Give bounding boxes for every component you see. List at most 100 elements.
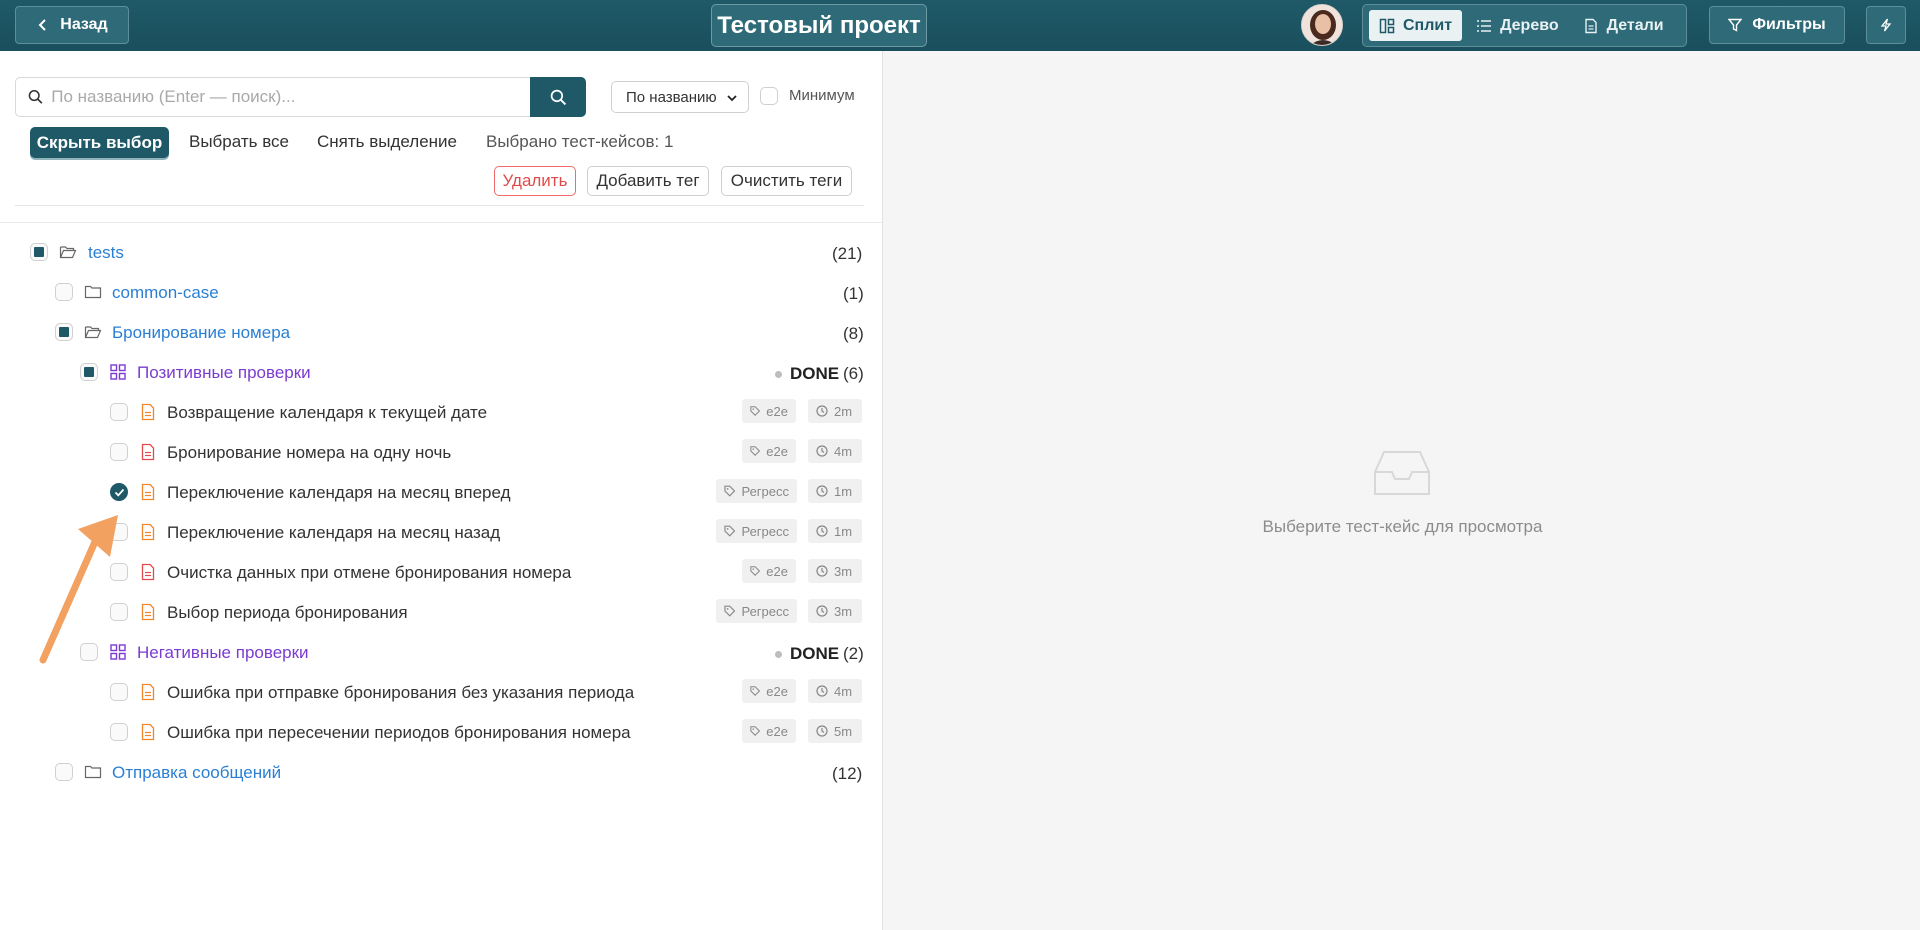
- folder-icon: [84, 765, 102, 779]
- clock-icon: [816, 725, 828, 737]
- node-checkbox[interactable]: [80, 363, 98, 381]
- node-count: (8): [843, 324, 864, 343]
- tag-badge: e2e: [742, 559, 796, 583]
- case-checkbox[interactable]: [110, 403, 128, 421]
- node-label[interactable]: Отправка сообщений: [112, 763, 281, 783]
- top-header: Назад Тестовый проект Сплит Дерево Детал…: [0, 0, 1920, 51]
- case-checkbox[interactable]: [110, 683, 128, 701]
- tag-icon: [724, 485, 736, 497]
- filters-button[interactable]: Фильтры: [1709, 6, 1845, 44]
- node-label[interactable]: common-case: [112, 283, 219, 303]
- tag-label: Регресс: [741, 483, 789, 499]
- view-mode-switcher: Сплит Дерево Детали: [1362, 4, 1687, 47]
- quick-actions-button[interactable]: [1866, 6, 1906, 44]
- minimum-checkbox[interactable]: [760, 87, 778, 105]
- grid-icon: [110, 364, 126, 380]
- clear-tags-button[interactable]: Очистить теги: [721, 166, 852, 196]
- split-icon: [1379, 18, 1395, 33]
- duration-label: 4m: [834, 443, 853, 459]
- avatar[interactable]: [1301, 4, 1343, 46]
- file-orange-icon: [141, 483, 155, 501]
- suite-status: DONE: [775, 364, 839, 384]
- duration-badge: 5m: [808, 719, 862, 743]
- tag-icon: [724, 605, 736, 617]
- test-tree-panel: По названию Минимум Скрыть выбор Выбрать…: [0, 51, 882, 930]
- selected-count: Выбрано тест-кейсов: 1: [486, 132, 674, 151]
- file-orange-icon: [141, 603, 155, 621]
- case-label[interactable]: Переключение календаря на месяц назад: [167, 523, 500, 543]
- node-label[interactable]: Бронирование номера: [112, 323, 290, 343]
- node-checkbox[interactable]: [55, 763, 73, 781]
- duration-badge: 3m: [808, 559, 862, 583]
- node-label[interactable]: Позитивные проверки: [137, 363, 311, 383]
- duration-badge: 1m: [808, 519, 862, 543]
- document-icon: [1584, 18, 1597, 33]
- back-button[interactable]: Назад: [15, 6, 129, 44]
- status-text: DONE: [790, 364, 840, 383]
- folder-open-icon: [59, 246, 77, 259]
- file-orange-icon: [141, 523, 155, 541]
- search-button[interactable]: [530, 77, 586, 117]
- case-checkbox[interactable]: [110, 723, 128, 741]
- file-red-icon: [141, 443, 155, 461]
- search-field[interactable]: [15, 77, 530, 117]
- node-checkbox[interactable]: [55, 283, 73, 301]
- clock-icon: [816, 445, 828, 457]
- tree-divider: [0, 222, 882, 223]
- delete-button[interactable]: Удалить: [494, 166, 576, 196]
- duration-badge: 2m: [808, 399, 862, 423]
- deselect-button[interactable]: Снять выделение: [317, 132, 457, 152]
- select-all-button[interactable]: Выбрать все: [189, 132, 289, 152]
- clock-icon: [816, 605, 828, 617]
- node-checkbox[interactable]: [55, 323, 73, 341]
- search-input[interactable]: [51, 87, 530, 107]
- hide-selection-button[interactable]: Скрыть выбор: [30, 127, 169, 158]
- tag-label: e2e: [766, 683, 788, 699]
- case-label[interactable]: Выбор периода бронирования: [167, 603, 408, 623]
- tag-badge: e2e: [742, 719, 796, 743]
- case-label[interactable]: Бронирование номера на одну ночь: [167, 443, 451, 463]
- node-count: (21): [832, 244, 863, 263]
- search-icon: [28, 90, 43, 104]
- suite-status: DONE: [775, 644, 839, 664]
- case-checkbox[interactable]: [110, 443, 128, 461]
- tag-icon: [750, 566, 761, 577]
- case-label[interactable]: Возвращение календаря к текущей дате: [167, 403, 487, 423]
- case-label[interactable]: Очистка данных при отмене бронирования н…: [167, 563, 571, 583]
- node-count: (2): [843, 644, 864, 663]
- tag-badge: Регресс: [716, 519, 797, 543]
- view-details-button[interactable]: Детали: [1573, 10, 1674, 41]
- lightning-icon: [1880, 18, 1892, 32]
- case-label[interactable]: Ошибка при отправке бронирования без ука…: [167, 683, 634, 703]
- duration-label: 3m: [834, 563, 853, 579]
- duration-label: 1m: [834, 523, 853, 539]
- tag-label: e2e: [766, 563, 788, 579]
- tag-label: e2e: [766, 723, 788, 739]
- case-label[interactable]: Переключение календаря на месяц вперед: [167, 483, 511, 503]
- case-label[interactable]: Ошибка при пересечении периодов брониров…: [167, 723, 631, 743]
- view-tree-button[interactable]: Дерево: [1466, 10, 1569, 41]
- back-button-label: Назад: [60, 16, 108, 33]
- inbox-icon: [1374, 451, 1430, 495]
- add-tag-button[interactable]: Добавить тег: [587, 166, 709, 196]
- duration-badge: 4m: [808, 439, 862, 463]
- case-checkbox-checked[interactable]: [110, 483, 128, 501]
- node-checkbox[interactable]: [30, 243, 48, 261]
- clock-icon: [816, 525, 828, 537]
- tag-icon: [750, 686, 761, 697]
- node-label[interactable]: Негативные проверки: [137, 643, 309, 663]
- node-label[interactable]: tests: [88, 243, 124, 263]
- user-avatar-icon: [1302, 5, 1342, 45]
- check-icon: [114, 488, 125, 497]
- duration-badge: 3m: [808, 599, 862, 623]
- project-title: Тестовый проект: [711, 4, 927, 47]
- tag-icon: [750, 406, 761, 417]
- tag-label: e2e: [766, 443, 788, 459]
- toolbar-divider: [15, 205, 864, 206]
- search-icon: [550, 89, 566, 105]
- sort-select[interactable]: По названию: [611, 81, 749, 113]
- view-split-button[interactable]: Сплит: [1369, 10, 1463, 41]
- node-count: (6): [843, 364, 864, 383]
- duration-label: 1m: [834, 483, 853, 499]
- duration-label: 2m: [834, 403, 853, 419]
